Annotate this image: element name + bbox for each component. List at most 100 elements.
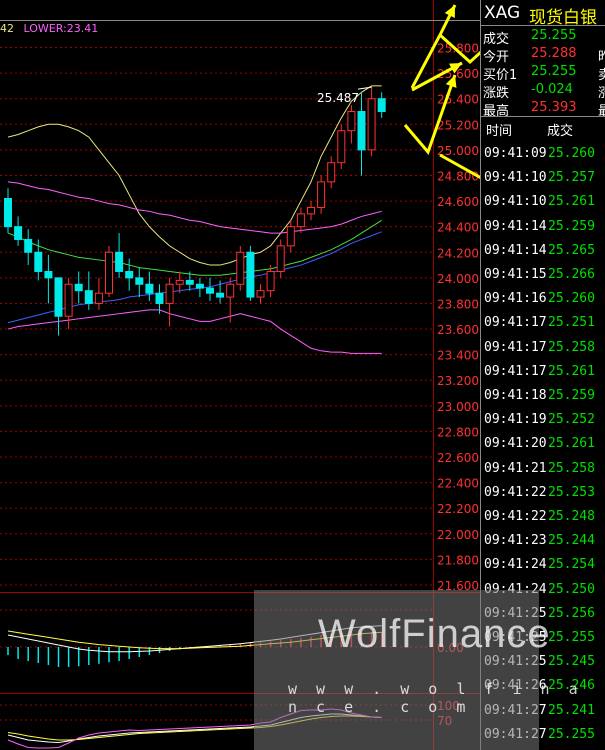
candle-body <box>175 279 184 285</box>
tick-row: 09:41:22 25.248 <box>481 506 605 529</box>
tick-header-time: 时间 <box>486 124 513 139</box>
tick-header: 时间 成交 <box>481 116 605 142</box>
y-tick-label: 23.200 <box>437 374 479 388</box>
tick-time: 09:41:21 <box>484 460 547 476</box>
tick-price: 25.250 <box>548 581 595 597</box>
lower-band-label: LOWER:23.41 <box>23 22 99 35</box>
quote-row-value: 25.393 <box>531 100 577 115</box>
tick-time: 09:41:10 <box>484 194 547 210</box>
watermark-logo: WolfFinance <box>318 612 551 656</box>
tick-time: 09:41:20 <box>484 436 547 452</box>
candle-body <box>64 283 73 317</box>
y-tick-label: 24.600 <box>437 195 479 209</box>
candle-body <box>357 110 366 151</box>
candle-body <box>367 98 376 151</box>
tick-price: 25.253 <box>548 484 595 500</box>
tick-price: 25.259 <box>548 218 595 234</box>
y-tick-label: 22.400 <box>437 477 479 491</box>
candle-body <box>24 238 33 253</box>
candle-body <box>317 181 326 208</box>
candle-body <box>206 287 214 294</box>
y-tick-label: 22.200 <box>437 502 479 516</box>
quote-row-value: -0.024 <box>531 82 573 97</box>
y-tick-label: 22.000 <box>437 528 479 542</box>
y-tick-label: 24.200 <box>437 246 479 260</box>
tick-row: 09:41:17 25.261 <box>481 361 605 384</box>
y-tick-label: 23.400 <box>437 349 479 363</box>
indicator-value-prefix: 42 <box>0 22 14 35</box>
tick-price: 25.248 <box>548 509 595 524</box>
candle-body <box>286 226 295 247</box>
tick-time: 09:41:18 <box>484 388 547 403</box>
peak-marker-line <box>357 86 372 90</box>
lower-band-line <box>7 309 382 354</box>
candle-body <box>94 292 103 304</box>
symbol-code: XAG <box>484 3 521 23</box>
candle-body <box>34 251 43 272</box>
tick-row: 09:41:22 25.253 <box>481 482 605 505</box>
candle-body <box>84 290 93 304</box>
tick-time: 09:41:17 <box>484 315 547 331</box>
tick-row: 09:41:17 25.258 <box>481 337 605 360</box>
y-tick-label: 23.800 <box>437 297 479 311</box>
ma-blue-line <box>7 231 382 324</box>
tick-price: 25.265 <box>548 242 595 258</box>
candle-body <box>54 277 63 317</box>
indicator-label: 42 LOWER:23.41 <box>0 22 98 35</box>
tick-price: 25.266 <box>548 267 595 282</box>
tick-row: 09:41:20 25.261 <box>481 433 605 456</box>
tick-row: 09:41:10 25.261 <box>481 191 605 214</box>
tick-price: 25.256 <box>548 605 595 621</box>
y-tick-label: 25.800 <box>437 42 479 56</box>
candle-body <box>337 130 346 164</box>
tick-row: 09:41:15 25.266 <box>481 264 605 287</box>
candle-body <box>135 277 144 285</box>
tick-time: 09:41:22 <box>484 509 547 524</box>
tick-price: 25.261 <box>548 436 595 452</box>
candle-body <box>74 283 83 292</box>
candle-body <box>105 251 113 294</box>
tick-time: 09:41:16 <box>484 291 547 307</box>
tick-price: 25.254 <box>548 557 595 573</box>
tick-time: 09:41:19 <box>484 412 547 428</box>
candle-body <box>307 206 315 215</box>
tick-row: 09:41:17 25.251 <box>481 312 605 335</box>
tick-row: 09:41:24 25.254 <box>481 554 605 577</box>
y-tick-label: 23.600 <box>437 323 479 337</box>
tick-row: 09:41:21 25.258 <box>481 458 605 481</box>
tick-price: 25.251 <box>548 315 595 331</box>
tick-price: 25.258 <box>548 339 595 355</box>
quote-title: XAG 现货白银 <box>481 0 605 28</box>
tick-time: 09:41:10 <box>484 170 547 186</box>
tick-time: 09:41:17 <box>484 363 547 379</box>
tick-price: 25.260 <box>548 146 595 161</box>
tick-row: 09:41:10 25.257 <box>481 167 605 190</box>
candle-body <box>195 283 204 289</box>
tick-price: 25.259 <box>548 388 595 403</box>
tick-time: 09:41:17 <box>484 339 547 355</box>
candle-body <box>266 270 275 292</box>
y-tick-label: 23.000 <box>437 400 479 414</box>
y-tick-label: 24.400 <box>437 221 479 235</box>
candle-body <box>185 279 194 285</box>
watermark-url: w w w . w o l f i n a n c e . c o m <box>288 680 583 716</box>
y-tick-label: 21.800 <box>437 553 479 567</box>
symbol-name: 现货白银 <box>529 8 597 28</box>
peak-price-label: 25.487 <box>317 91 359 105</box>
candle-body <box>256 290 265 298</box>
candle-body <box>165 283 174 304</box>
mid-band-line <box>7 181 382 234</box>
candle-body <box>14 226 23 240</box>
tick-header-price: 成交 <box>547 124 574 139</box>
candle-body <box>327 162 336 183</box>
tick-price: 25.261 <box>548 194 595 210</box>
candle-body <box>145 283 154 294</box>
quote-row-value: 25.255 <box>531 28 577 43</box>
tick-time: 09:41:14 <box>484 242 547 258</box>
ma-green-line <box>7 219 382 276</box>
y-tick-label: 22.800 <box>437 425 479 439</box>
candle-body <box>377 98 386 112</box>
tick-price: 25.255 <box>548 726 595 742</box>
tick-time: 09:41:09 <box>484 146 547 161</box>
candle-body <box>4 198 12 228</box>
